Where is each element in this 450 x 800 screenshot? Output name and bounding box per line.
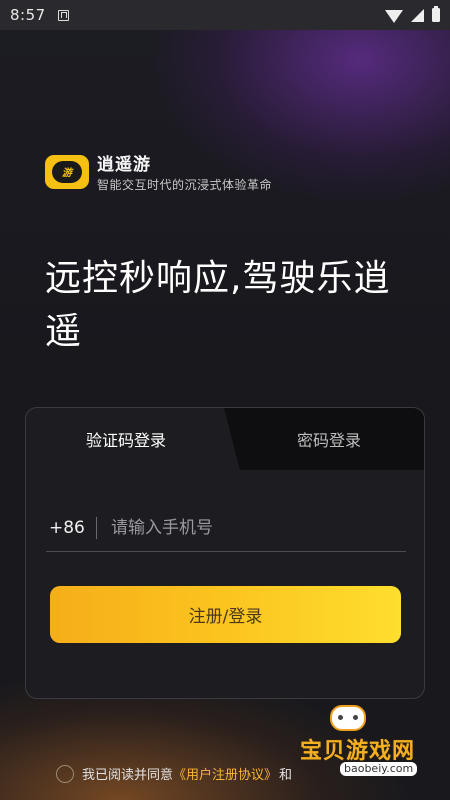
watermark: 宝贝游戏网 baobeiy.com (300, 705, 440, 785)
login-tabs: 验证码登录 密码登录 (26, 408, 424, 470)
phone-input[interactable] (111, 517, 406, 538)
phone-field: +86 (46, 504, 406, 552)
tab-sms-login[interactable]: 验证码登录 (26, 408, 226, 470)
register-login-button[interactable]: 注册/登录 (50, 586, 401, 643)
logo-mark: 游 (52, 160, 82, 183)
agreement-conjunction: 和 (279, 768, 293, 783)
agreement-checkbox[interactable] (56, 764, 74, 783)
notification-icon (57, 9, 69, 21)
user-agreement-link[interactable]: 《用户注册协议》 (173, 764, 277, 783)
app-name: 逍遥游 (97, 155, 151, 175)
wifi-icon (385, 9, 403, 23)
brand-text: 逍遥游 智能交互时代的沉浸式体验革命 (97, 150, 272, 193)
watermark-url: baobeiy.com (340, 762, 418, 776)
gamepad-icon (330, 705, 366, 731)
login-card: 验证码登录 密码登录 +86 注册/登录 (25, 407, 425, 699)
page-headline: 远控秒响应,驾驶乐逍遥 (45, 258, 391, 352)
app-slogan: 智能交互时代的沉浸式体验革命 (97, 178, 273, 192)
agreement-row: 我已阅读并同意 《用户注册协议》 和 (56, 764, 292, 783)
country-code[interactable]: +86 (46, 518, 96, 538)
field-divider (96, 516, 97, 539)
battery-icon (432, 6, 440, 22)
brand: 游 逍遥游 智能交互时代的沉浸式体验革命 (45, 150, 272, 193)
app-logo-icon: 游 (45, 154, 89, 189)
status-bar: 8:57 (0, 0, 450, 30)
status-icons (385, 6, 440, 23)
agreement-prefix: 我已阅读并同意 (82, 768, 174, 783)
status-time: 8:57 (10, 6, 46, 24)
tab-password-login[interactable]: 密码登录 (234, 408, 424, 470)
cellular-signal-icon (411, 8, 424, 22)
watermark-title: 宝贝游戏网 (300, 739, 416, 764)
